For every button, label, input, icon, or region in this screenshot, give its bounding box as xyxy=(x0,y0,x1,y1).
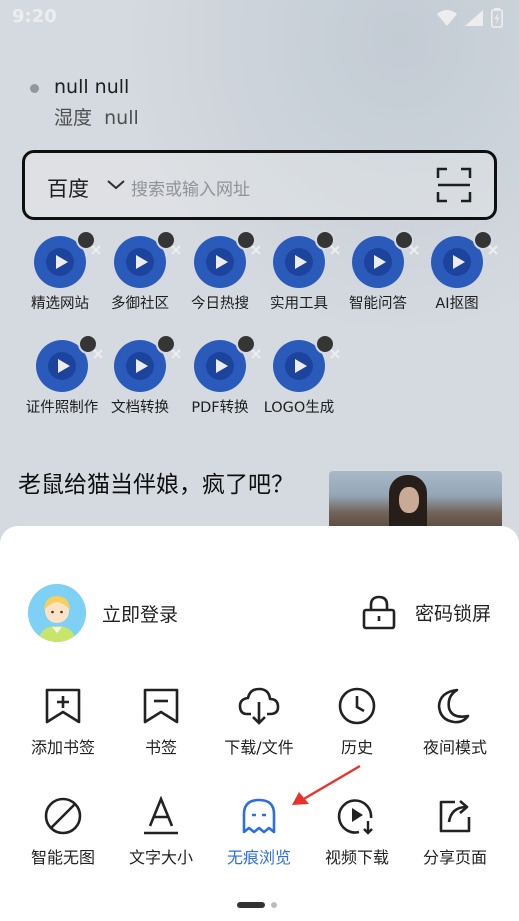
downloads-label: 下载/文件 xyxy=(224,738,294,757)
night-mode-label: 夜间模式 xyxy=(422,738,487,757)
history-label: 历史 xyxy=(340,738,373,757)
browser-menu-sheet: 立即登录 密码锁屏 添加书签 书签 下载/文件 历史 夜间模式 智能无图 文字大… xyxy=(0,526,519,921)
add-bookmark-label: 添加书签 xyxy=(30,738,95,757)
no-image-mode-label: 智能无图 xyxy=(30,848,95,867)
lock-icon xyxy=(362,595,396,630)
cloud-download-icon xyxy=(238,687,280,725)
add-bookmark-icon xyxy=(45,688,81,724)
history-button[interactable]: 历史 xyxy=(309,686,405,758)
avatar xyxy=(28,584,86,642)
night-mode-button[interactable]: 夜间模式 xyxy=(407,686,503,758)
no-image-mode-button[interactable]: 智能无图 xyxy=(15,796,111,868)
password-lock-entry[interactable]: 密码锁屏 xyxy=(361,594,491,630)
no-image-icon xyxy=(44,797,82,835)
text-size-label: 文字大小 xyxy=(128,848,193,867)
incognito-label: 无痕浏览 xyxy=(226,848,291,867)
add-bookmark-button[interactable]: 添加书签 xyxy=(15,686,111,758)
text-size-button[interactable]: 文字大小 xyxy=(113,796,209,868)
ghost-icon xyxy=(242,798,276,834)
page-indicator xyxy=(237,902,277,908)
text-size-icon xyxy=(144,796,178,835)
video-download-label: 视频下载 xyxy=(324,848,389,867)
page-indicator-dot xyxy=(271,902,277,908)
page-indicator-active xyxy=(237,902,265,908)
downloads-button[interactable]: 下载/文件 xyxy=(211,686,307,758)
bookmarks-button[interactable]: 书签 xyxy=(113,686,209,758)
login-entry[interactable]: 立即登录 xyxy=(28,584,178,642)
bookmarks-label: 书签 xyxy=(144,738,177,757)
share-page-label: 分享页面 xyxy=(422,848,487,867)
clock-icon xyxy=(338,687,376,725)
login-label: 立即登录 xyxy=(102,603,179,626)
moon-icon xyxy=(437,688,470,724)
bookmark-icon xyxy=(143,688,179,724)
share-icon xyxy=(439,800,471,833)
lock-label: 密码锁屏 xyxy=(414,602,491,625)
share-page-button[interactable]: 分享页面 xyxy=(407,796,503,868)
annotation-arrow-icon xyxy=(292,764,361,805)
